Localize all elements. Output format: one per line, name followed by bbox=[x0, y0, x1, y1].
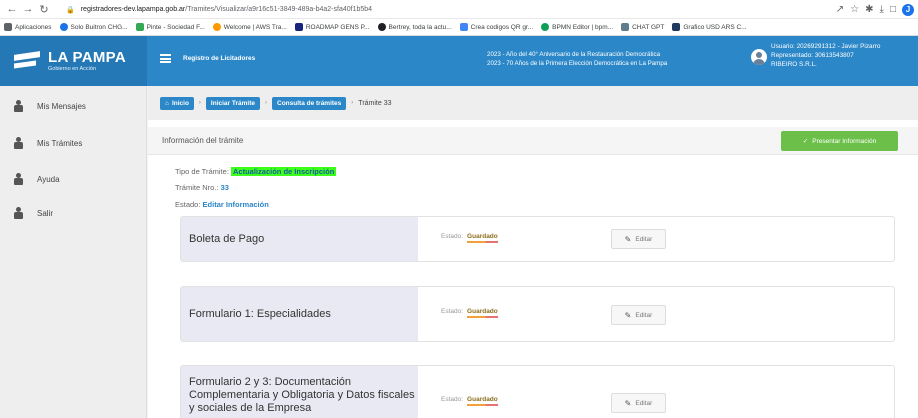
forward-icon[interactable]: → bbox=[20, 1, 36, 17]
tramite-type: Tipo de Trámite: Actualización de Inscri… bbox=[175, 167, 337, 176]
bookmark-favicon-icon bbox=[59, 23, 68, 31]
chevron-right-icon: › bbox=[198, 100, 201, 106]
check-icon: ✓ bbox=[802, 138, 809, 145]
chevron-right-icon: › bbox=[351, 100, 354, 106]
app-name: Registro de Licitadores bbox=[183, 55, 256, 62]
home-icon: ⌂ bbox=[165, 99, 169, 107]
bookmark-item[interactable]: Aplicaciones bbox=[4, 23, 52, 31]
breadcrumb: ⌂ Inicio › Iniciar Trámite › Consulta de … bbox=[148, 86, 918, 120]
bookmark-favicon-icon bbox=[621, 23, 630, 31]
tramite-number: Trámite Nro.: 33 bbox=[175, 183, 229, 192]
status-badge: Guardado bbox=[467, 308, 498, 318]
tramite-type-value: Actualización de Inscripción bbox=[231, 167, 337, 176]
bookmark-favicon-icon bbox=[459, 23, 468, 31]
user-info[interactable]: Usuario: 20269291312 - Javier Pizarro Re… bbox=[771, 42, 880, 69]
card-title: Boleta de Pago bbox=[181, 217, 418, 261]
logo[interactable]: LA PAMPA Gobierno en Acción bbox=[0, 36, 147, 86]
bookmark-favicon-icon bbox=[294, 23, 303, 31]
user-icon bbox=[14, 207, 23, 219]
anniversary-text: 2023 - Año del 40° Aniversario de la Res… bbox=[487, 51, 668, 67]
url-host: registradores-dev.lapampa.gob.ar bbox=[80, 6, 186, 13]
star-icon[interactable]: ☆ bbox=[850, 4, 859, 15]
user-id: Usuario: 20269291312 - Javier Pizarro bbox=[771, 43, 881, 50]
bookmark-item[interactable]: BPMN Editor | bpm... bbox=[541, 23, 613, 31]
info-header: Información del trámite ✓ Presentar Info… bbox=[148, 127, 918, 155]
sidebar-item-label: Salir bbox=[37, 208, 54, 218]
user-icon bbox=[14, 173, 23, 185]
breadcrumb-current: Trámite 33 bbox=[358, 99, 392, 107]
pencil-icon: ✎ bbox=[624, 310, 632, 320]
breadcrumb-iniciar[interactable]: Iniciar Trámite bbox=[205, 96, 260, 110]
sidebar: Mis Mensajes Mis Trámites Ayuda Salir bbox=[0, 86, 147, 418]
user-avatar-icon[interactable] bbox=[751, 49, 767, 65]
logo-subtitle: Gobierno en Acción bbox=[48, 65, 97, 72]
sidebar-item-mensajes[interactable]: Mis Mensajes bbox=[0, 89, 147, 123]
breadcrumb-consulta[interactable]: Consulta de trámites bbox=[272, 96, 347, 110]
form-card-especialidades: Formulario 1: Especialidades Estado: Gua… bbox=[180, 286, 895, 342]
user-icon bbox=[14, 137, 23, 149]
main-content: ⌂ Inicio › Iniciar Trámite › Consulta de … bbox=[148, 86, 918, 418]
card-title: Formulario 1: Especialidades bbox=[181, 287, 418, 341]
bookmark-favicon-icon bbox=[541, 23, 550, 31]
bookmark-item[interactable]: Pinte - Sociedad F... bbox=[135, 23, 205, 31]
sidebar-item-ayuda[interactable]: Ayuda bbox=[0, 162, 147, 196]
profile-icon[interactable]: J bbox=[902, 3, 914, 16]
window-icon[interactable]: □ bbox=[890, 4, 896, 15]
download-icon[interactable]: ⤓ bbox=[880, 4, 884, 15]
extensions-icon[interactable]: ✱ bbox=[865, 4, 873, 15]
bookmark-item[interactable]: CHAT GPT bbox=[621, 23, 664, 31]
pencil-icon: ✎ bbox=[624, 234, 632, 244]
form-card-documentacion: Formulario 2 y 3: Documentación Compleme… bbox=[180, 365, 895, 418]
logo-title: LA PAMPA bbox=[48, 48, 126, 66]
sidebar-item-label: Mis Trámites bbox=[37, 138, 83, 148]
tramite-status-value: Editar Información bbox=[202, 200, 269, 209]
form-card-boleta: Boleta de Pago Estado: Guardado ✎ Editar bbox=[180, 216, 895, 262]
card-status: Estado: Guardado bbox=[441, 308, 498, 318]
bookmarks-bar: Aplicaciones Solo Buitron CHG... Pinte -… bbox=[0, 19, 918, 36]
lock-icon: 🔒 bbox=[66, 6, 75, 14]
card-status: Estado: Guardado bbox=[441, 233, 498, 243]
breadcrumb-home[interactable]: ⌂ Inicio bbox=[160, 96, 194, 110]
browser-toolbar: ← → ↻ 🔒 registradores-dev.lapampa.gob.ar… bbox=[0, 0, 918, 19]
sidebar-item-label: Ayuda bbox=[37, 174, 60, 184]
menu-icon[interactable] bbox=[160, 54, 171, 63]
back-icon[interactable]: ← bbox=[4, 1, 20, 17]
tramite-number-value: 33 bbox=[220, 183, 229, 192]
bookmark-favicon-icon bbox=[135, 23, 144, 31]
edit-button[interactable]: ✎ Editar bbox=[611, 393, 666, 413]
bookmark-item[interactable]: ROADMAP GENS P... bbox=[294, 23, 370, 31]
bookmark-favicon-icon bbox=[672, 23, 681, 31]
edit-button[interactable]: ✎ Editar bbox=[611, 305, 666, 325]
status-badge: Guardado bbox=[467, 396, 498, 406]
tramite-status: Estado: Editar Información bbox=[175, 200, 269, 209]
bookmark-favicon-icon bbox=[377, 23, 386, 31]
sidebar-item-salir[interactable]: Salir bbox=[0, 196, 147, 230]
url-path: /Tramites/Visualizar/a9r16c51-3849-489a-… bbox=[185, 6, 373, 13]
reload-icon[interactable]: ↻ bbox=[36, 1, 52, 17]
province-flag-icon bbox=[14, 49, 42, 73]
address-bar[interactable]: 🔒 registradores-dev.lapampa.gob.ar /Tram… bbox=[66, 2, 766, 17]
sidebar-item-label: Mis Mensajes bbox=[37, 101, 86, 111]
card-status: Estado: Guardado bbox=[441, 396, 498, 406]
bookmark-item[interactable]: Grafico USD ARS C... bbox=[672, 23, 747, 31]
company-name: RIBEIRO S.R.L. bbox=[771, 61, 817, 68]
represented-id: Representado: 30613543807 bbox=[771, 52, 854, 59]
bookmark-item[interactable]: Crea codigos QR gr... bbox=[459, 23, 533, 31]
app-header: LA PAMPA Gobierno en Acción Registro de … bbox=[0, 36, 918, 86]
pencil-icon: ✎ bbox=[624, 398, 632, 408]
sidebar-item-tramites[interactable]: Mis Trámites bbox=[0, 126, 147, 160]
bookmark-item[interactable]: Solo Buitron CHG... bbox=[59, 23, 128, 31]
user-icon bbox=[14, 100, 23, 112]
section-title: Información del trámite bbox=[162, 136, 244, 145]
chevron-right-icon: › bbox=[265, 100, 267, 106]
bookmark-item[interactable]: Welcome | AWS Tra... bbox=[212, 23, 287, 31]
present-info-button[interactable]: ✓ Presentar Información bbox=[781, 131, 898, 151]
edit-button[interactable]: ✎ Editar bbox=[611, 229, 666, 249]
share-icon[interactable]: ↗ bbox=[836, 4, 844, 15]
card-title: Formulario 2 y 3: Documentación Compleme… bbox=[181, 366, 418, 418]
apps-icon bbox=[4, 23, 12, 31]
bookmark-favicon-icon bbox=[212, 23, 221, 31]
bookmark-item[interactable]: Bertrey, toda la actu... bbox=[377, 23, 452, 31]
status-badge: Guardado bbox=[467, 233, 498, 243]
